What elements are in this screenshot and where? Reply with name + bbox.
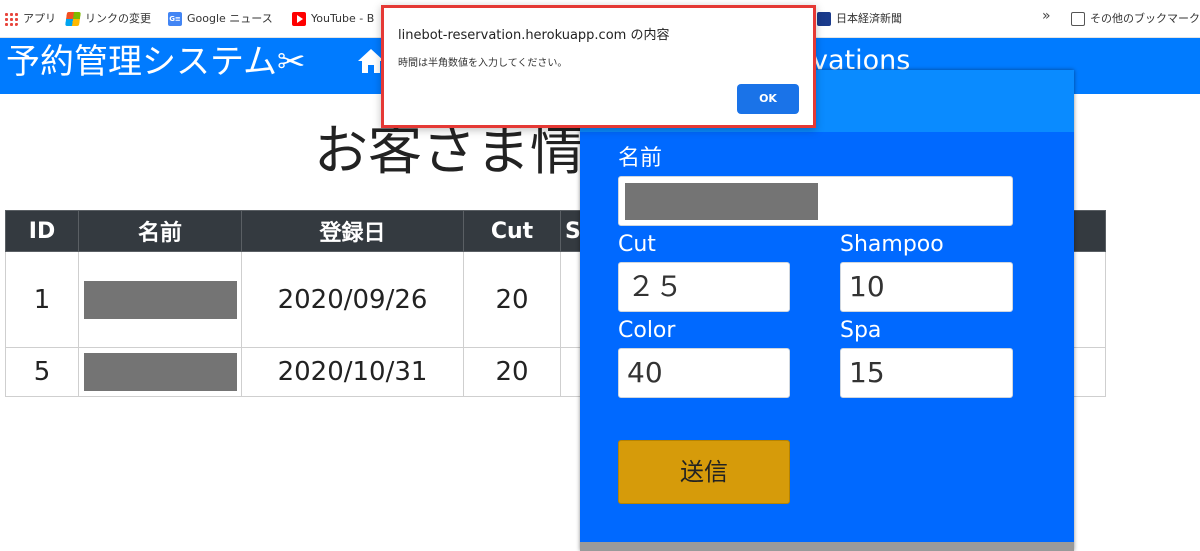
cut-label: Cut — [618, 232, 656, 257]
bookmark-other-folder[interactable]: その他のブックマーク — [1071, 10, 1200, 28]
color-label: Color — [618, 318, 676, 343]
column-header-name: 名前 — [78, 210, 242, 252]
redacted-name-block — [83, 353, 237, 391]
bookmark-label: リンクの変更 — [85, 12, 151, 25]
submit-button[interactable]: 送信 — [618, 440, 790, 504]
redacted-name-block — [83, 280, 237, 319]
windows-logo-icon — [65, 12, 81, 26]
alert-ok-button[interactable]: OK — [737, 84, 799, 114]
google-news-icon: G≡ — [168, 12, 182, 26]
alert-message: 時間は半角数値を入力してください。 — [398, 58, 568, 69]
folder-icon — [1071, 12, 1085, 26]
redacted-name-block — [625, 183, 818, 220]
bookmark-label: YouTube - B — [311, 12, 375, 25]
cell-id: 5 — [5, 347, 79, 397]
alert-title: linebot-reservation.herokuapp.com の内容 — [398, 28, 670, 43]
bookmarks-overflow-chevron[interactable]: » — [1042, 8, 1051, 24]
column-header-cut: Cut — [463, 210, 561, 252]
bookmark-label: Google ニュース — [187, 12, 273, 25]
bookmark-label: その他のブックマーク — [1090, 12, 1200, 25]
shampoo-input[interactable]: 10 — [840, 262, 1013, 312]
cell-cut: 20 — [463, 347, 561, 397]
modal-footer-bar — [580, 542, 1074, 551]
apps-grid-icon — [4, 12, 18, 26]
cell-date: 2020/09/26 — [241, 251, 464, 348]
name-label: 名前 — [618, 146, 663, 171]
cell-date: 2020/10/31 — [241, 347, 464, 397]
spa-label: Spa — [840, 318, 882, 343]
name-input[interactable] — [618, 176, 1013, 226]
column-header-date: 登録日 — [241, 210, 464, 252]
bookmark-nikkei[interactable]: 日本経済新聞 — [817, 10, 902, 28]
bookmark-label: 日本経済新聞 — [836, 12, 902, 25]
cell-id: 1 — [5, 251, 79, 348]
spa-input[interactable]: 15 — [840, 348, 1013, 398]
edit-customer-modal: 名前 Cut ２５ Shampoo 10 Color 40 Spa 15 送信 — [580, 70, 1074, 551]
cell-name — [78, 347, 242, 397]
bookmark-label: アプリ — [23, 12, 56, 25]
nikkei-icon — [817, 12, 831, 26]
cut-input[interactable]: ２５ — [618, 262, 790, 312]
cell-cut: 20 — [463, 251, 561, 348]
bookmark-link-change[interactable]: リンクの変更 — [65, 10, 151, 28]
bookmark-youtube[interactable]: YouTube - B — [292, 10, 374, 28]
column-header-id: ID — [5, 210, 79, 252]
cell-name — [78, 251, 242, 348]
color-input[interactable]: 40 — [618, 348, 790, 398]
bookmark-apps[interactable]: アプリ — [4, 10, 56, 28]
shampoo-label: Shampoo — [840, 232, 944, 257]
brand-title[interactable]: 予約管理システム✂ — [6, 42, 305, 82]
youtube-icon — [292, 12, 306, 26]
browser-alert-dialog: linebot-reservation.herokuapp.com の内容 時間… — [381, 5, 816, 128]
bookmark-google-news[interactable]: G≡ Google ニュース — [168, 10, 273, 28]
